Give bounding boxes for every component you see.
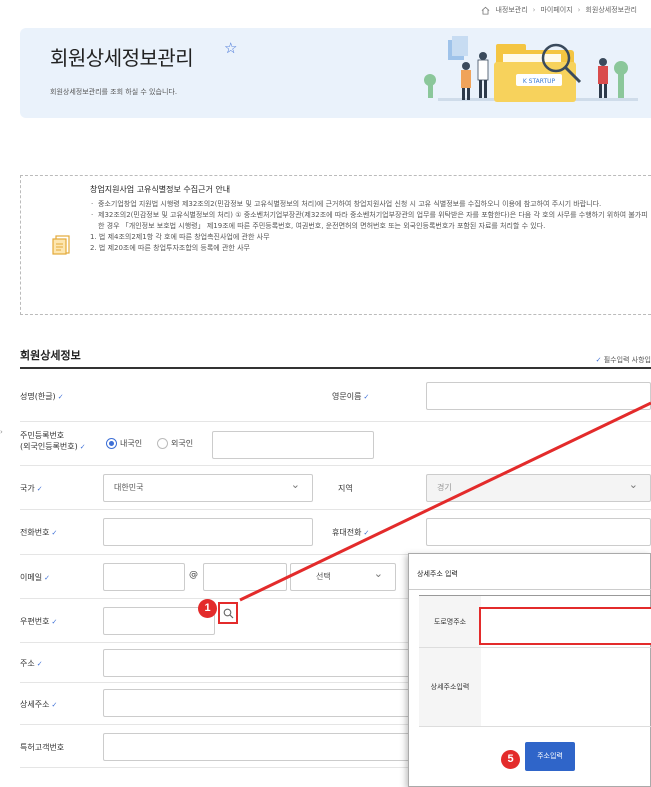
required-note: ✓ 필수입력 사항입 <box>595 356 651 364</box>
page-banner: 회원상세정보관리 ☆ 회원상세정보관리를 조회 하실 수 있습니다. K STA… <box>20 28 651 118</box>
patent-customer-number-input[interactable] <box>103 733 413 761</box>
name-label: 성명(한글) ✓ <box>20 392 64 401</box>
search-icon <box>223 608 234 619</box>
popup-table: 도로명주소 상세주소입력 <box>419 595 651 727</box>
email-domain-input[interactable] <box>203 563 287 591</box>
radio-foreign-dot[interactable] <box>157 438 168 449</box>
breadcrumb-item-my-info[interactable]: 내정보관리 <box>495 5 527 15</box>
radio-domestic[interactable]: 내국인 <box>106 438 142 449</box>
member-detail-form: 성명(한글) ✓ 영문이름 ✓ 주민등록번호 (외국인등록번호) ✓ 내국인 외국인 국… <box>20 367 651 768</box>
mobile-input[interactable] <box>426 518 651 546</box>
popup-detail-address-input[interactable] <box>479 607 651 645</box>
detail-address-label: 상세주소 ✓ <box>20 700 58 709</box>
svg-text:K STARTUP: K STARTUP <box>523 78 556 85</box>
form-row-country: 국가✓ 대한민국 지역 경기 <box>20 466 651 510</box>
popup-title: 상세주소 입력 <box>417 570 458 578</box>
patent-customer-number-label: 특허고객번호 <box>20 743 65 752</box>
page-subtitle: 회원상세정보관리를 조회 하실 수 있습니다. <box>50 88 178 96</box>
english-name-label: 영문이름 ✓ <box>332 392 370 401</box>
phone-input[interactable] <box>103 518 313 546</box>
notice-item: 제32조의2(민감정보 및 고유식별정보의 처리) ① 중소벤처기업부장관(제3… <box>90 210 648 232</box>
zipcode-search-button[interactable] <box>218 602 238 624</box>
radio-foreign[interactable]: 외국인 <box>157 438 193 449</box>
address-confirm-button[interactable]: 주소입력 <box>525 742 575 771</box>
radio-domestic-dot[interactable] <box>106 438 117 449</box>
email-at-sign: @ <box>189 570 198 580</box>
detail-address-popup: 상세주소 입력 도로명주소 상세주소입력 주소입력 5 <box>408 553 651 787</box>
notice-numbered-item: 1. 법 제4조의2제1항 각 호에 따른 창업촉진사업에 관한 사무 <box>90 233 270 241</box>
email-id-input[interactable] <box>103 563 185 591</box>
country-label: 국가 ✓ <box>20 484 43 493</box>
step-1-badge: 1 <box>198 599 217 618</box>
breadcrumb-separator: › <box>577 6 581 14</box>
section-title: 회원상세정보 <box>20 349 81 362</box>
breadcrumb-item-mypage[interactable]: 마이페이지 <box>540 5 572 15</box>
breadcrumb-separator: › <box>532 6 536 14</box>
region-label: 지역 <box>338 484 353 493</box>
mobile-label: 휴대전화 ✓ <box>332 528 370 537</box>
phone-label: 전화번호 ✓ <box>20 528 58 537</box>
notice-body: 중소기업창업 지원법 시행령 제32조의2(민감정보 및 고유식별정보의 처리)… <box>90 199 648 254</box>
detail-address-input[interactable] <box>103 689 413 717</box>
form-row-name: 성명(한글) ✓ 영문이름 ✓ <box>20 369 651 422</box>
form-row-phone: 전화번호 ✓ 휴대전화 ✓ <box>20 510 651 555</box>
step-5-badge: 5 <box>501 750 520 769</box>
notice-box: 창업지원사업 고유식별정보 수집근거 안내 중소기업창업 지원법 시행령 제32… <box>20 175 651 315</box>
form-row-resident-number: 주민등록번호 (외국인등록번호) ✓ 내국인 외국인 <box>20 422 651 466</box>
english-name-input[interactable] <box>426 382 651 410</box>
home-icon[interactable] <box>481 6 490 15</box>
notice-item: 중소기업창업 지원법 시행령 제32조의2(민감정보 및 고유식별정보의 처리)… <box>90 199 648 210</box>
zipcode-label: 우편번호 ✓ <box>20 617 58 626</box>
resident-number-input[interactable] <box>212 431 374 459</box>
popup-header: 상세주소 입력 <box>409 554 651 590</box>
side-chevron-icon: › <box>0 428 3 436</box>
email-label: 이메일 ✓ <box>20 573 50 582</box>
favorite-star-icon[interactable]: ☆ <box>224 39 237 57</box>
detail-address-input-label: 상세주소입력 <box>419 648 481 726</box>
breadcrumb: 내정보관리 › 마이페이지 › 회원상세정보관리 <box>481 5 637 15</box>
document-icon <box>52 235 70 255</box>
road-address-label: 도로명주소 <box>419 596 481 647</box>
popup-row-detail-address: 상세주소입력 <box>419 648 651 727</box>
country-select[interactable]: 대한민국 <box>103 472 313 502</box>
check-icon: ✓ <box>595 356 602 364</box>
notice-numbered-item: 2. 법 제20조에 따른 창업투자조합의 등록에 관한 사무 <box>90 244 250 252</box>
startup-illustration: K STARTUP <box>424 36 638 102</box>
email-domain-select[interactable]: 선택 <box>290 561 396 591</box>
page-title: 회원상세정보관리 <box>50 46 194 70</box>
resident-number-label: 주민등록번호 (외국인등록번호) ✓ <box>20 431 86 451</box>
breadcrumb-item-member-detail[interactable]: 회원상세정보관리 <box>585 5 637 15</box>
address-input[interactable] <box>103 649 413 677</box>
notice-title: 창업지원사업 고유식별정보 수집근거 안내 <box>90 185 231 194</box>
address-label: 주소 ✓ <box>20 659 43 668</box>
region-select: 경기 <box>426 472 651 502</box>
